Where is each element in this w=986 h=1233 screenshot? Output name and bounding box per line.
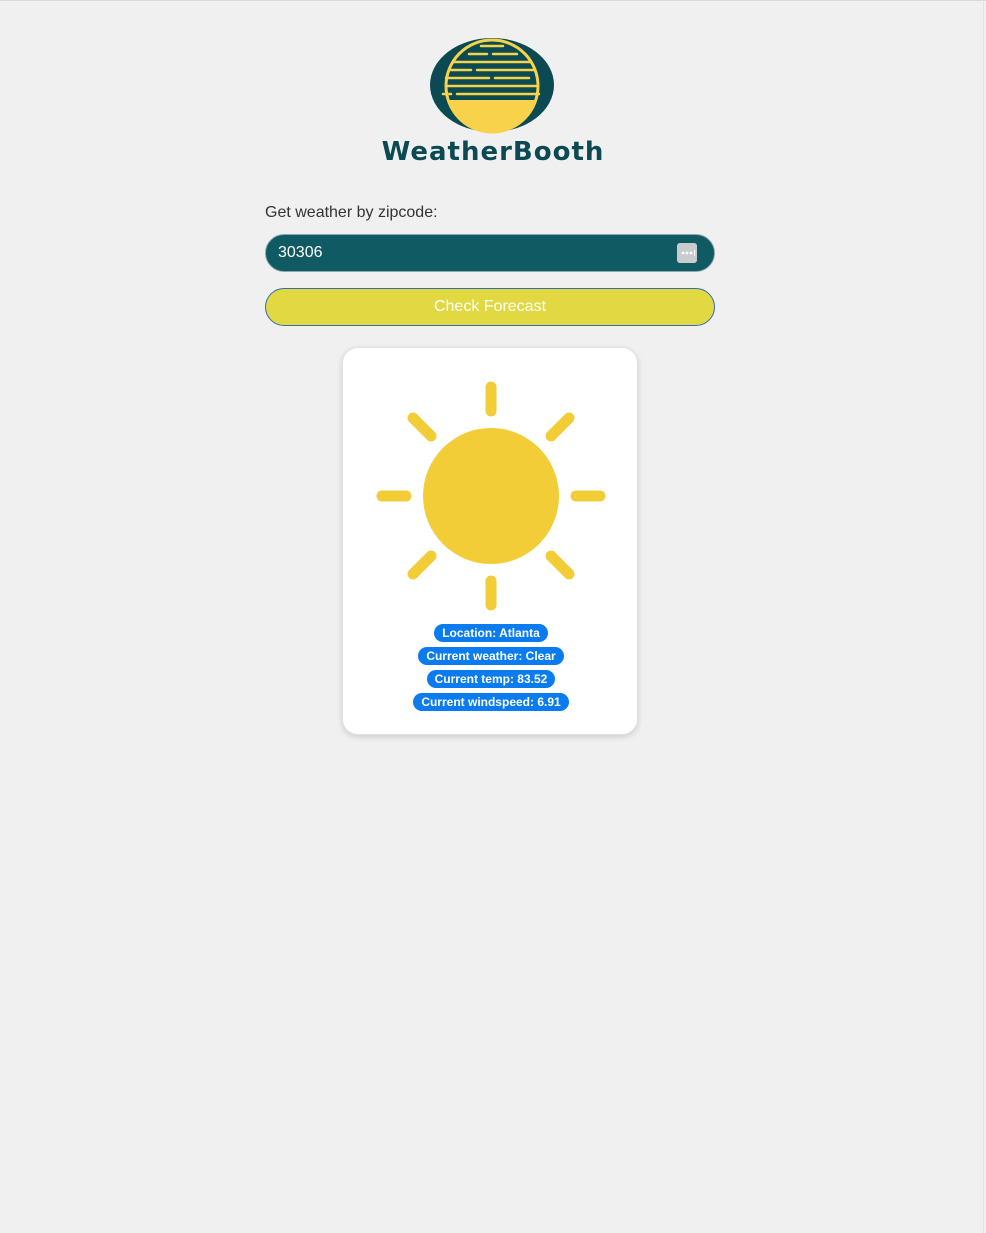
- weather-details: Location: Atlanta Current weather: Clear…: [343, 624, 639, 716]
- temp-badge: Current temp: 83.52: [426, 670, 556, 688]
- location-badge: Location: Atlanta: [434, 624, 548, 642]
- weatherbooth-logo-icon: [430, 38, 554, 134]
- zipcode-label: Get weather by zipcode:: [265, 204, 438, 221]
- sun-icon: [376, 381, 606, 611]
- weather-card: Location: Atlanta Current weather: Clear…: [342, 347, 638, 735]
- windspeed-badge: Current windspeed: 6.91: [413, 693, 569, 711]
- brand-name: WeatherBooth: [381, 137, 605, 167]
- zipcode-field[interactable]: [265, 234, 715, 272]
- zipcode-input[interactable]: [278, 235, 658, 271]
- window-edge: [983, 1, 984, 1233]
- condition-badge: Current weather: Clear: [418, 647, 564, 665]
- autofill-icon[interactable]: [677, 243, 697, 263]
- check-forecast-button[interactable]: Check Forecast: [265, 288, 715, 326]
